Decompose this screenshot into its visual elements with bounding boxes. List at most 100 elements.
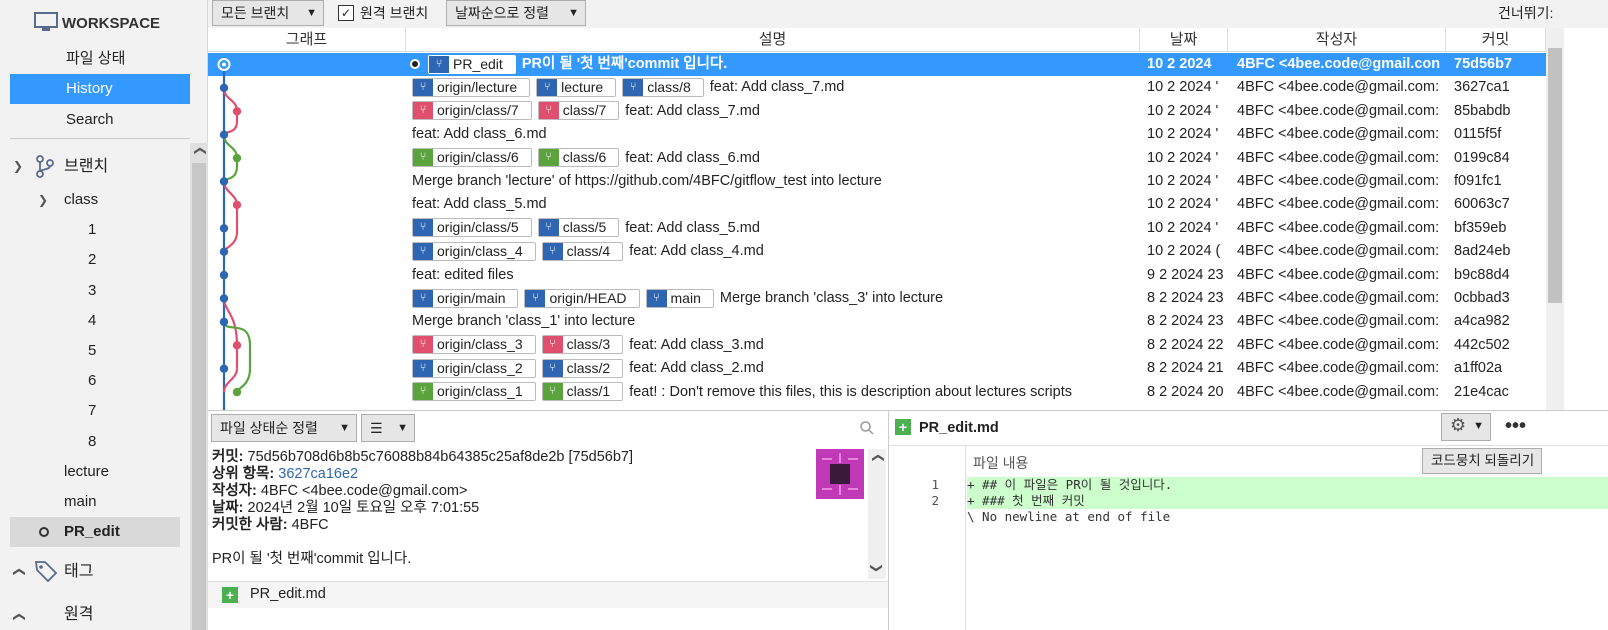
commit-author: 4BFC <4bee.code@gmail.com: bbox=[1237, 290, 1440, 306]
chevron-down-icon[interactable]: ❯ bbox=[36, 193, 50, 207]
branch-label-tag[interactable]: ⑂ origin/class/7 bbox=[412, 101, 532, 121]
branch-filter-select[interactable]: 모든 브랜치 ▼ bbox=[212, 0, 324, 26]
branch-folder-class[interactable]: class bbox=[64, 185, 98, 215]
branch-label-tag[interactable]: ⑂ class/2 bbox=[541, 358, 624, 378]
chevron-down-icon[interactable]: ❯ bbox=[11, 159, 25, 173]
branch-class-5[interactable]: 5 bbox=[88, 336, 96, 366]
scroll-up-icon[interactable]: ❯ bbox=[870, 451, 884, 465]
branch-class-6[interactable]: 6 bbox=[88, 366, 96, 396]
branch-class-8[interactable]: 8 bbox=[88, 427, 96, 457]
commit-author: 4BFC <4bee.code@gmail.com: bbox=[1237, 149, 1440, 166]
commit-row[interactable]: ⑂ origin/main ⑂ origin/HEAD ⑂ main Merge branc… bbox=[208, 287, 1546, 310]
branch-label-tag[interactable]: ⑂ class/5 bbox=[537, 218, 620, 238]
commit-description: ⑂ origin/lecture ⑂ lecture ⑂ class/8 feat: Add… bbox=[412, 76, 1138, 99]
branch-label-tag[interactable]: ⑂ origin/class/5 bbox=[412, 218, 532, 238]
sort-order-select[interactable]: 날짜순으로 정렬 ▼ bbox=[446, 0, 586, 26]
remotes-header[interactable]: 원격 bbox=[64, 600, 93, 630]
commit-hash: f091fc1 bbox=[1454, 173, 1502, 189]
branch-label-tag[interactable]: ⑂ origin/class_1 bbox=[412, 382, 536, 402]
branch-icon: ⑂ bbox=[413, 336, 433, 354]
branch-lecture[interactable]: lecture bbox=[64, 457, 109, 487]
branch-label-tag[interactable]: ⑂ origin/class_4 bbox=[412, 241, 536, 261]
commit-message: PR이 될 '첫 번째'commit 입니다. bbox=[521, 56, 728, 72]
sidebar-scroll-thumb[interactable] bbox=[192, 163, 206, 630]
nav-search[interactable]: Search bbox=[10, 105, 190, 135]
column-header-description[interactable]: 설명 bbox=[406, 28, 1140, 52]
branch-main[interactable]: main bbox=[64, 487, 97, 517]
added-file-icon: + bbox=[222, 587, 238, 603]
branch-class-3[interactable]: 3 bbox=[88, 276, 96, 306]
diff-line-context: \ No newline at end of file bbox=[967, 509, 1171, 524]
column-header-commit[interactable]: 커밋 bbox=[1446, 28, 1546, 52]
branch-label-tag[interactable]: ⑂ origin/class_2 bbox=[412, 358, 536, 378]
scroll-down-icon[interactable]: ❯ bbox=[870, 561, 884, 575]
commit-row[interactable]: ⑂ origin/class/6 ⑂ class/6 feat: Add class_6… bbox=[208, 147, 1546, 170]
commit-details-panel: 파일 상태순 정렬 ▼ ☰ ▼ 커밋: 75d56b708d6b8b5c76088b… bbox=[208, 410, 888, 630]
file-list-item[interactable]: + PR_edit.md bbox=[208, 581, 888, 608]
commit-message: feat: Add class_6.md bbox=[412, 126, 547, 143]
commit-hash: 85babdb bbox=[1454, 102, 1511, 119]
commit-row[interactable]: ⑂ origin/class_4 ⑂ class/4 feat: Add class_4… bbox=[208, 240, 1546, 263]
nav-file-status[interactable]: 파일 상태 bbox=[10, 44, 190, 74]
branch-label-tag[interactable]: ⑂ class/3 bbox=[541, 335, 624, 355]
branch-label-tag[interactable]: ⑂ origin/main bbox=[412, 288, 519, 308]
more-options-icon[interactable]: ••• bbox=[1505, 416, 1526, 436]
commit-date: 8 2 2024 23 bbox=[1147, 313, 1224, 330]
commit-row[interactable]: ⑂ origin/class/5 ⑂ class/5 feat: Add class_5… bbox=[208, 217, 1546, 240]
revert-hunk-button[interactable]: 코드뭉치 되돌리기 bbox=[1422, 448, 1542, 474]
branch-label-text: origin/class/7 bbox=[437, 102, 519, 119]
scroll-up-icon[interactable]: ❯ bbox=[192, 144, 206, 158]
history-scroll-thumb[interactable] bbox=[1548, 48, 1562, 303]
branch-label-tag[interactable]: ⑂ class/1 bbox=[541, 382, 624, 402]
branch-label-tag[interactable]: ⑂ class/4 bbox=[541, 241, 624, 261]
commit-row[interactable]: Merge branch 'class_1' into lecture 8 2 2… bbox=[208, 310, 1546, 333]
commit-row[interactable]: ⑂ origin/class/7 ⑂ class/7 feat: Add class_7… bbox=[208, 100, 1546, 123]
branch-class-2[interactable]: 2 bbox=[88, 245, 96, 275]
branch-icon: ⑂ bbox=[413, 79, 433, 97]
branch-label-tag[interactable]: ⑂ origin/lecture bbox=[412, 78, 531, 98]
nav-history[interactable]: History bbox=[10, 74, 190, 104]
branch-class-4[interactable]: 4 bbox=[88, 306, 96, 336]
commit-hash: a1ff02a bbox=[1454, 360, 1503, 377]
commit-row[interactable]: ⑂ origin/lecture ⑂ lecture ⑂ class/8 feat: Add… bbox=[208, 76, 1546, 99]
commit-row[interactable]: feat: Add class_5.md 10 2 2024 ' 4BFC <4be… bbox=[208, 193, 1546, 216]
file-sort-select[interactable]: 파일 상태순 정렬 ▼ bbox=[211, 414, 357, 442]
parent-commit-link[interactable]: 3627ca16e2 bbox=[278, 466, 358, 482]
diff-options-button[interactable]: ⚙ ▼ bbox=[1441, 413, 1491, 441]
chevron-right-icon[interactable]: ❯ bbox=[11, 565, 25, 579]
view-mode-select[interactable]: ☰ ▼ bbox=[361, 414, 415, 442]
chevron-right-icon[interactable]: ❯ bbox=[11, 610, 25, 624]
branch-label-text: origin/class_3 bbox=[437, 336, 523, 353]
details-scrollbar[interactable] bbox=[868, 449, 886, 579]
branch-icon: ⑂ bbox=[413, 359, 433, 377]
branch-label-tag[interactable]: ⑂ PR_edit bbox=[428, 54, 516, 74]
branch-label-tag[interactable]: ⑂ origin/class_3 bbox=[412, 335, 536, 355]
branch-label-tag[interactable]: ⑂ class/7 bbox=[537, 101, 620, 121]
commit-row[interactable]: feat: edited files 9 2 2024 23 4BFC <4bee.… bbox=[208, 264, 1546, 287]
column-header-graph[interactable]: 그래프 bbox=[208, 28, 406, 52]
commit-row[interactable]: ⑂ origin/class_3 ⑂ class/3 feat: Add class_3… bbox=[208, 334, 1546, 357]
commit-row[interactable]: feat: Add class_6.md 10 2 2024 ' 4BFC <4be… bbox=[208, 123, 1546, 146]
search-icon[interactable] bbox=[859, 420, 875, 436]
remote-branch-checkbox[interactable]: ✓ bbox=[338, 5, 354, 21]
column-header-author[interactable]: 작성자 bbox=[1228, 28, 1446, 52]
commit-row[interactable]: ⑂ origin/class_1 ⑂ class/1 feat! : Don't rem… bbox=[208, 381, 1546, 404]
gear-icon: ⚙ bbox=[1450, 415, 1467, 435]
column-header-date[interactable]: 날짜 bbox=[1140, 28, 1228, 52]
branch-label-tag[interactable]: ⑂ origin/class/6 bbox=[412, 148, 532, 168]
branches-header[interactable]: 브랜치 bbox=[64, 152, 108, 182]
branch-class-1[interactable]: 1 bbox=[88, 215, 96, 245]
branch-icon bbox=[36, 155, 54, 178]
branch-label-tag[interactable]: ⑂ main bbox=[645, 288, 714, 308]
commit-row[interactable]: ⑂ PR_edit PR이 될 '첫 번째'commit 입니다. 10 2 2024… bbox=[208, 53, 1546, 77]
branch-label-tag[interactable]: ⑂ class/8 bbox=[622, 78, 704, 98]
branch-label-tag[interactable]: ⑂ origin/HEAD bbox=[524, 288, 640, 308]
branch-label-tag[interactable]: ⑂ class/6 bbox=[537, 148, 620, 168]
tags-header[interactable]: 태그 bbox=[64, 557, 93, 587]
commit-row[interactable]: ⑂ origin/class_2 ⑂ class/2 feat: Add class_2… bbox=[208, 357, 1546, 380]
commit-row[interactable]: Merge branch 'lecture' of https://github… bbox=[208, 170, 1546, 193]
branch-pr-edit[interactable]: PR_edit bbox=[64, 517, 120, 547]
commit-message: feat: Add class_4.md bbox=[629, 243, 764, 260]
branch-class-7[interactable]: 7 bbox=[88, 396, 96, 426]
branch-label-tag[interactable]: ⑂ lecture bbox=[536, 78, 617, 98]
